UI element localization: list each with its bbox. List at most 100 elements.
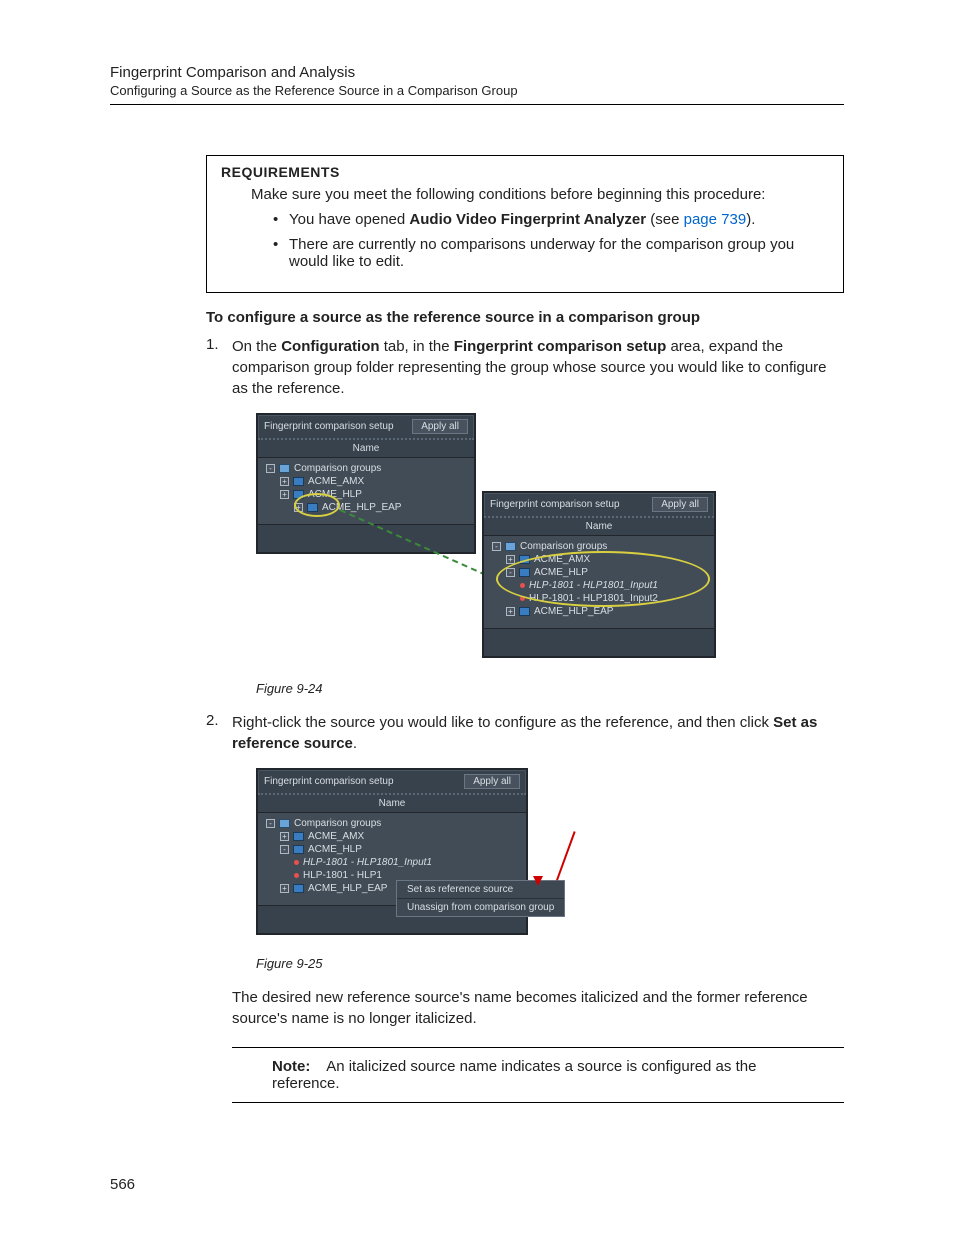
collapse-icon[interactable]: - bbox=[266, 464, 275, 473]
label: ACME_AMX bbox=[534, 554, 590, 565]
tree-root[interactable]: - Comparison groups bbox=[266, 462, 470, 475]
note-box: Note: An italicized source name indicate… bbox=[232, 1047, 844, 1103]
folder-icon bbox=[505, 542, 516, 551]
page-header: Fingerprint Comparison and Analysis Conf… bbox=[110, 64, 844, 105]
collapse-icon[interactable]: - bbox=[506, 568, 515, 577]
group-icon bbox=[519, 607, 530, 616]
source-icon bbox=[294, 873, 299, 878]
requirements-heading: REQUIREMENTS bbox=[221, 164, 829, 180]
tree-root[interactable]: - Comparison groups bbox=[492, 540, 710, 553]
group-icon bbox=[519, 568, 530, 577]
label: HLP-1801 - HLP1801_Input2 bbox=[529, 593, 658, 604]
t: Fingerprint comparison setup bbox=[454, 338, 667, 355]
tree-root[interactable]: - Comparison groups bbox=[266, 817, 522, 830]
apply-all-button[interactable]: Apply all bbox=[464, 774, 520, 789]
req2-text: There are currently no comparisons under… bbox=[289, 236, 794, 270]
step-text: Right-click the source you would like to… bbox=[232, 712, 844, 754]
label: Comparison groups bbox=[520, 541, 607, 552]
figure-caption: Figure 9-24 bbox=[256, 681, 844, 696]
red-arrow bbox=[556, 831, 576, 881]
group-icon bbox=[293, 477, 304, 486]
source-icon bbox=[520, 583, 525, 588]
req1-bold: Audio Video Fingerprint Analyzer bbox=[409, 211, 646, 228]
panel-title: Fingerprint comparison setup bbox=[264, 421, 406, 432]
collapse-icon[interactable]: - bbox=[280, 845, 289, 854]
label: ACME_HLP_EAP bbox=[308, 883, 387, 894]
header-rule bbox=[110, 104, 844, 105]
label: ACME_HLP bbox=[308, 844, 362, 855]
tree-group[interactable]: + ACME_AMX bbox=[492, 553, 710, 566]
step-2: 2. Right-click the source you would like… bbox=[206, 712, 844, 1103]
tree-group[interactable]: +ACME_HLP bbox=[266, 488, 470, 501]
label: Comparison groups bbox=[294, 463, 381, 474]
procedure-steps: 1. On the Configuration tab, in the Fing… bbox=[206, 336, 844, 1103]
t: Right-click the source you would like to… bbox=[232, 714, 773, 731]
group-icon bbox=[293, 884, 304, 893]
column-header: Name bbox=[258, 795, 526, 813]
expand-icon[interactable]: + bbox=[506, 607, 515, 616]
t: . bbox=[353, 735, 357, 752]
panel-title: Fingerprint comparison setup bbox=[264, 776, 458, 787]
tree-group[interactable]: +ACME_AMX bbox=[266, 830, 522, 843]
source-icon bbox=[294, 860, 299, 865]
apply-all-button[interactable]: Apply all bbox=[652, 497, 708, 512]
t: On the bbox=[232, 338, 281, 355]
panel-header: Fingerprint comparison setup Apply all bbox=[258, 415, 474, 440]
panel-header: Fingerprint comparison setup Apply all bbox=[484, 493, 714, 518]
requirement-item: There are currently no comparisons under… bbox=[273, 236, 829, 270]
tree-source[interactable]: HLP-1801 - HLP1801_Input2 bbox=[492, 592, 710, 605]
panel-header: Fingerprint comparison setup Apply all bbox=[258, 770, 526, 795]
folder-icon bbox=[279, 464, 290, 473]
label: HLP-1801 - HLP1 bbox=[303, 870, 382, 881]
expand-icon[interactable]: + bbox=[280, 477, 289, 486]
tree-source[interactable]: HLP-1801 - HLP1801_Input1 bbox=[492, 579, 710, 592]
apply-all-button[interactable]: Apply all bbox=[412, 419, 468, 434]
group-icon bbox=[293, 832, 304, 841]
tree: - Comparison groups + ACME_AMX - ACME_HLP H… bbox=[484, 536, 714, 628]
menu-unassign[interactable]: Unassign from comparison group bbox=[397, 899, 564, 916]
expand-icon[interactable]: + bbox=[280, 832, 289, 841]
label: ACME_HLP_EAP bbox=[322, 502, 401, 513]
collapse-icon[interactable]: - bbox=[266, 819, 275, 828]
step-number: 1. bbox=[206, 336, 219, 353]
expand-icon[interactable]: + bbox=[294, 503, 303, 512]
procedure-heading: To configure a source as the reference s… bbox=[206, 309, 844, 326]
folder-icon bbox=[279, 819, 290, 828]
collapse-icon[interactable]: - bbox=[492, 542, 501, 551]
step-text: On the Configuration tab, in the Fingerp… bbox=[232, 336, 844, 399]
figure-9-25: Fingerprint comparison setup Apply all N… bbox=[256, 768, 576, 948]
step-number: 2. bbox=[206, 712, 219, 729]
tree-group[interactable]: + ACME_HLP_EAP bbox=[266, 501, 470, 514]
step-1: 1. On the Configuration tab, in the Fing… bbox=[206, 336, 844, 696]
source-icon bbox=[520, 596, 525, 601]
tree-source[interactable]: HLP-1801 - HLP1801_Input1 bbox=[266, 856, 522, 869]
page-link[interactable]: page 739 bbox=[684, 211, 747, 228]
req1-mid: (see bbox=[646, 211, 684, 228]
requirements-box: REQUIREMENTS Make sure you meet the foll… bbox=[206, 155, 844, 293]
expand-icon[interactable]: + bbox=[506, 555, 515, 564]
label: HLP-1801 - HLP1801_Input1 bbox=[529, 580, 658, 591]
group-icon bbox=[293, 490, 304, 499]
label: HLP-1801 - HLP1801_Input1 bbox=[303, 857, 432, 868]
group-icon bbox=[307, 503, 318, 512]
group-icon bbox=[519, 555, 530, 564]
label: ACME_HLP_EAP bbox=[534, 606, 613, 617]
requirements-intro: Make sure you meet the following conditi… bbox=[251, 186, 829, 203]
tree-group[interactable]: + ACME_AMX bbox=[266, 475, 470, 488]
tree-group[interactable]: - ACME_HLP bbox=[266, 843, 522, 856]
label: ACME_HLP bbox=[534, 567, 588, 578]
expand-icon[interactable]: + bbox=[280, 884, 289, 893]
t: Configuration bbox=[281, 338, 379, 355]
panel-footer bbox=[484, 628, 714, 656]
tree-group[interactable]: - ACME_HLP bbox=[492, 566, 710, 579]
panel-footer bbox=[258, 524, 474, 552]
expand-icon[interactable]: + bbox=[280, 490, 289, 499]
requirements-list: You have opened Audio Video Fingerprint … bbox=[273, 211, 829, 270]
requirement-item: You have opened Audio Video Fingerprint … bbox=[273, 211, 829, 228]
label: Comparison groups bbox=[294, 818, 381, 829]
panel-title: Fingerprint comparison setup bbox=[490, 499, 646, 510]
label: ACME_AMX bbox=[308, 476, 364, 487]
column-header: Name bbox=[258, 440, 474, 458]
req1-pre: You have opened bbox=[289, 211, 409, 228]
tree-group[interactable]: + ACME_HLP_EAP bbox=[492, 605, 710, 618]
